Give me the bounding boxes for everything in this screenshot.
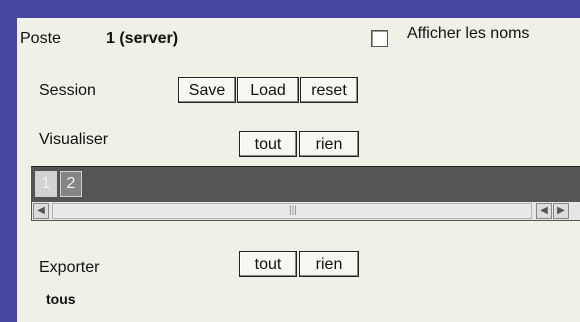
show-names-label: Afficher les noms	[407, 25, 530, 42]
poste-tabbar: 1 2	[31, 166, 580, 201]
poste-value: 1 (server)	[106, 30, 179, 47]
grip-icon: |||	[289, 205, 297, 216]
save-button[interactable]: Save	[178, 77, 236, 103]
session-label: Session	[39, 82, 96, 99]
visualiser-none-button[interactable]: rien	[299, 131, 359, 157]
scroll-thumb[interactable]: |||	[52, 203, 532, 219]
tab-2[interactable]: 2	[60, 171, 82, 197]
exporter-label: Exporter	[39, 259, 100, 276]
exporter-all-button[interactable]: tout	[239, 251, 297, 277]
scroll-left-button-2[interactable]: ◀	[536, 203, 552, 219]
scroll-right-button[interactable]: ▶	[553, 203, 569, 219]
visualiser-all-button[interactable]: tout	[239, 131, 297, 157]
exporter-status: tous	[46, 291, 76, 307]
load-button[interactable]: Load	[237, 77, 299, 103]
window-top-border	[0, 0, 580, 18]
visualiser-label: Visualiser	[39, 131, 109, 148]
arrow-left-icon: ◀	[37, 205, 45, 216]
exporter-none-button[interactable]: rien	[299, 251, 359, 277]
arrow-left-icon: ◀	[540, 205, 548, 216]
show-names-checkbox[interactable]	[371, 30, 388, 47]
control-panel: Poste 1 (server) Afficher les noms Sessi…	[17, 18, 580, 322]
scroll-left-button[interactable]: ◀	[33, 203, 49, 219]
horizontal-scrollbar[interactable]: ◀ ||| ◀ ▶	[31, 201, 580, 221]
arrow-right-icon: ▶	[557, 205, 565, 216]
poste-label: Poste	[20, 30, 61, 47]
reset-button[interactable]: reset	[300, 77, 358, 103]
tab-1[interactable]: 1	[35, 171, 57, 197]
window-left-border	[0, 18, 17, 322]
